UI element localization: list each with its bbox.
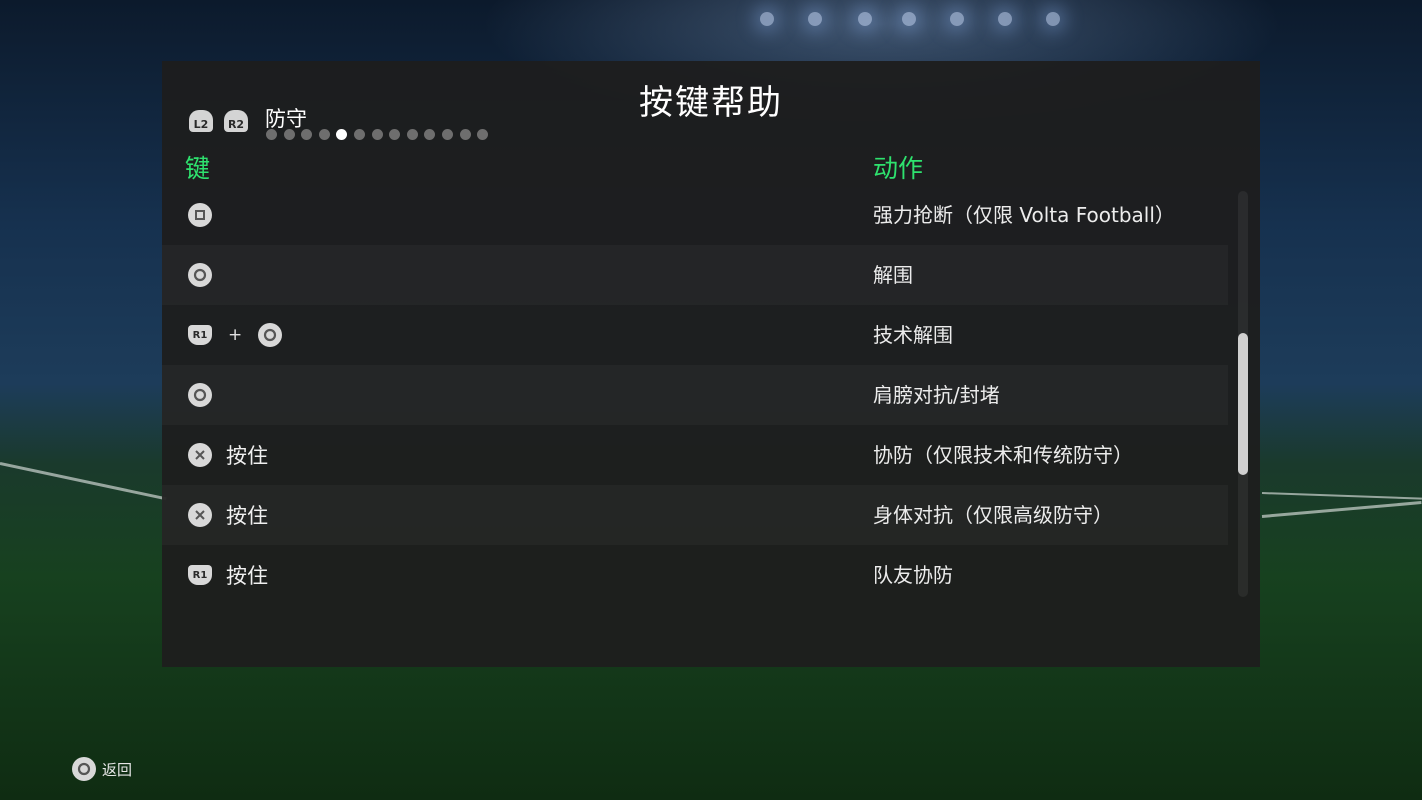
cross-button-icon: [188, 503, 212, 527]
circle-button-icon: [188, 263, 212, 287]
action-column-header: 动作: [873, 154, 924, 183]
action-label: 队友协防: [873, 563, 953, 587]
control-row[interactable]: 强力抢断（仅限 Volta Football）: [162, 185, 1228, 245]
action-label: 协防（仅限技术和传统防守）: [873, 443, 1133, 467]
page-title: 按键帮助: [639, 83, 783, 123]
key-column-header: 键: [185, 154, 211, 183]
key-cell: R1 +: [188, 305, 283, 365]
key-cell: [188, 365, 212, 425]
button-help-panel: 按键帮助 L2 R2 防守 键 动作 强力抢断（仅限 Volta Footbal…: [162, 61, 1260, 667]
cross-button-icon: [188, 443, 212, 467]
action-label: 强力抢断（仅限 Volta Football）: [873, 203, 1175, 227]
page-dot: [424, 129, 436, 140]
page-dot: [406, 129, 418, 140]
page-dot: [389, 129, 401, 140]
page-dot: [371, 129, 383, 140]
control-row[interactable]: 按住 身体对抗（仅限高级防守）: [162, 485, 1228, 545]
r2-button-icon[interactable]: R2: [224, 110, 248, 132]
key-cell: [188, 185, 212, 245]
stadium-lights: [0, 0, 1422, 60]
r1-button-icon: R1: [188, 325, 212, 345]
back-label: 返回: [102, 760, 133, 779]
r1-button-icon: R1: [188, 565, 212, 585]
page-dot: [459, 129, 471, 140]
control-row[interactable]: 按住 协防（仅限技术和传统防守）: [162, 425, 1228, 485]
key-cell: R1 按住: [188, 545, 268, 605]
control-row[interactable]: 肩膀对抗/封堵: [162, 365, 1228, 425]
plus-sign: +: [228, 325, 243, 345]
action-label: 身体对抗（仅限高级防守）: [873, 503, 1113, 527]
circle-button-icon: [188, 383, 212, 407]
hold-label: 按住: [226, 444, 268, 468]
hold-label: 按住: [226, 564, 268, 588]
square-button-icon: [188, 203, 212, 227]
circle-button-icon: [258, 323, 283, 347]
scrollbar-thumb[interactable]: [1238, 333, 1248, 475]
page-dot: [283, 129, 295, 140]
page-dot: [336, 129, 348, 140]
action-label: 肩膀对抗/封堵: [873, 383, 1000, 407]
page-dot: [266, 129, 277, 140]
pitch-line: [1261, 492, 1422, 500]
action-label: 技术解围: [873, 323, 953, 347]
control-row[interactable]: 解围: [162, 245, 1228, 305]
page-dot: [353, 129, 365, 140]
page-dot: [477, 129, 489, 140]
key-cell: 按住: [188, 425, 268, 485]
page-dot: [301, 129, 313, 140]
control-row[interactable]: R1 + 技术解围: [162, 305, 1228, 365]
scrollbar[interactable]: [1238, 191, 1248, 597]
pitch-line: [1261, 501, 1422, 518]
circle-button-icon: [72, 757, 96, 781]
hold-label: 按住: [226, 504, 268, 528]
control-row[interactable]: R1 按住 队友协防: [162, 545, 1228, 605]
page-dot: [318, 129, 330, 140]
back-button[interactable]: 返回: [72, 757, 132, 781]
pitch-line: [0, 462, 167, 501]
action-label: 解围: [873, 263, 913, 287]
key-cell: [188, 245, 212, 305]
l2-button-icon[interactable]: L2: [189, 110, 213, 132]
page-indicator: [266, 129, 489, 140]
page-dot: [441, 129, 453, 140]
key-cell: 按住: [188, 485, 268, 545]
